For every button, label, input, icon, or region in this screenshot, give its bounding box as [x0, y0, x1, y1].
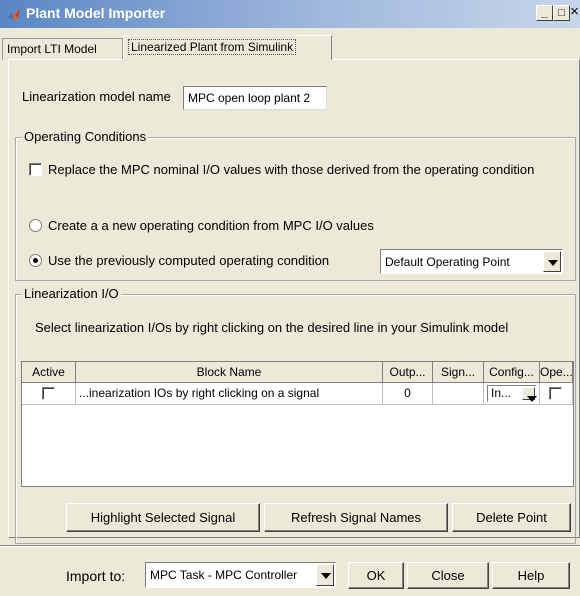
row-config-value: In... [491, 386, 512, 400]
row-config-dropdown[interactable]: In... [487, 385, 537, 402]
column-header-open[interactable]: Ope... [540, 362, 573, 383]
radio-previous-operating-condition-label: Use the previously computed operating co… [48, 253, 330, 268]
model-name-input[interactable]: MPC open loop plant 2 [183, 86, 327, 110]
table-cell-output[interactable]: 0 [383, 383, 433, 405]
linearization-io-instruction: Select linearization I/Os by right click… [35, 320, 509, 335]
close-window-button[interactable]: × [567, 4, 580, 21]
close-button[interactable]: Close [407, 562, 489, 589]
highlight-selected-signal-button[interactable]: Highlight Selected Signal [66, 503, 260, 532]
column-header-signal[interactable]: Sign... [433, 362, 484, 383]
column-header-output[interactable]: Outp... [383, 362, 433, 383]
tab-linearized-plant-label: Linearized Plant from Simulink [128, 39, 297, 55]
delete-point-button[interactable]: Delete Point [452, 503, 571, 532]
window-title: Plant Model Importer [26, 5, 166, 21]
chevron-down-icon[interactable] [543, 251, 561, 272]
replace-nominal-label: Replace the MPC nominal I/O values with … [48, 162, 535, 177]
chevron-down-icon[interactable] [316, 564, 334, 586]
column-header-block-name[interactable]: Block Name [76, 362, 383, 383]
table-cell-active [22, 383, 76, 405]
import-to-value: MPC Task - MPC Controller [150, 568, 298, 582]
tab-linearized-plant[interactable]: Linearized Plant from Simulink [123, 35, 332, 60]
radio-new-operating-condition[interactable] [29, 219, 42, 232]
operating-point-dropdown[interactable]: Default Operating Point [380, 249, 563, 274]
operating-conditions-title: Operating Conditions [22, 129, 149, 144]
operating-point-value: Default Operating Point [385, 255, 510, 269]
matlab-logo-icon [7, 8, 20, 20]
chevron-down-icon[interactable] [522, 387, 537, 402]
radio-previous-operating-condition[interactable] [29, 254, 42, 267]
replace-nominal-checkbox[interactable] [29, 163, 42, 176]
table-cell-config: In... [484, 383, 540, 405]
model-name-label: Linearization model name [22, 89, 171, 104]
table-cell-signal[interactable] [433, 383, 484, 405]
table-cell-block-name[interactable]: ...inearization IOs by right clicking on… [76, 383, 383, 405]
help-button[interactable]: Help [492, 562, 570, 589]
plant-model-importer-window: Plant Model Importer _ □ × Import LTI Mo… [0, 0, 580, 596]
column-header-config[interactable]: Config... [484, 362, 540, 383]
radio-new-operating-condition-label: Create a a new operating condition from … [48, 218, 374, 233]
refresh-signal-names-button[interactable]: Refresh Signal Names [264, 503, 448, 532]
linearization-io-table[interactable]: Active Block Name Outp... Sign... Config… [21, 361, 574, 487]
tab-import-lti-model[interactable]: Import LTI Model [2, 38, 123, 60]
title-bar[interactable]: Plant Model Importer _ □ × [0, 0, 580, 28]
ok-button[interactable]: OK [348, 562, 404, 589]
row-active-checkbox[interactable] [42, 387, 55, 400]
import-to-dropdown[interactable]: MPC Task - MPC Controller [145, 562, 336, 588]
column-header-active[interactable]: Active [22, 362, 76, 383]
linearization-io-title: Linearization I/O [22, 286, 121, 301]
table-cell-open [540, 383, 573, 405]
footer-separator [0, 545, 580, 547]
row-open-loop-checkbox[interactable] [549, 387, 562, 400]
minimize-button[interactable]: _ [536, 5, 553, 21]
tab-import-lti-model-label: Import LTI Model [7, 42, 97, 56]
import-to-label: Import to: [66, 568, 126, 584]
